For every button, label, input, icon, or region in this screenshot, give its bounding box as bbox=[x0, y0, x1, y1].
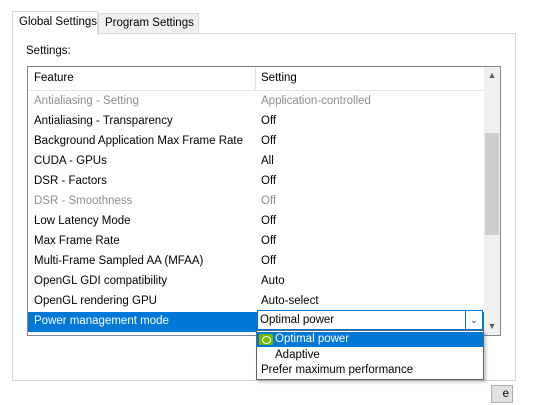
option-prefer-max-performance[interactable]: Prefer maximum performance bbox=[257, 363, 483, 378]
chevron-down-icon[interactable]: ⌄ bbox=[465, 311, 482, 329]
tab-program-settings[interactable]: Program Settings bbox=[98, 13, 199, 34]
vertical-scrollbar[interactable]: ▲ ▼ bbox=[484, 67, 500, 335]
header-setting[interactable]: Setting bbox=[261, 72, 297, 84]
chevron-down-icon[interactable]: ▼ bbox=[484, 318, 500, 335]
setting-cell: Off bbox=[261, 175, 277, 187]
setting-cell: Auto bbox=[261, 275, 285, 287]
setting-cell: Off bbox=[261, 215, 277, 227]
setting-cell: Off bbox=[261, 235, 277, 247]
setting-cell: All bbox=[261, 155, 274, 167]
scrollbar-thumb[interactable] bbox=[485, 133, 499, 235]
power-mode-dropdown: Optimal power Adaptive Prefer maximum pe… bbox=[256, 330, 484, 380]
table-row[interactable]: CUDA - GPUs All bbox=[28, 152, 486, 172]
feature-cell: Low Latency Mode bbox=[34, 215, 131, 227]
option-label: Optimal power bbox=[275, 333, 350, 345]
table-row[interactable]: Multi-Frame Sampled AA (MFAA) Off bbox=[28, 252, 486, 272]
setting-cell: Off bbox=[261, 195, 277, 207]
feature-cell: DSR - Factors bbox=[34, 175, 107, 187]
nvidia-logo-icon bbox=[259, 334, 273, 345]
feature-cell: Antialiasing - Transparency bbox=[34, 115, 173, 127]
restore-button[interactable]: e bbox=[491, 385, 513, 403]
table-row[interactable]: Antialiasing - Transparency Off bbox=[28, 112, 486, 132]
tab-global-settings[interactable]: Global Settings bbox=[12, 11, 98, 35]
restore-button-label: e bbox=[502, 388, 509, 400]
feature-cell: Background Application Max Frame Rate bbox=[34, 135, 244, 147]
setting-cell: Auto-select bbox=[261, 295, 319, 307]
table-row[interactable]: Antialiasing - Setting Application-contr… bbox=[28, 92, 486, 112]
tab-bar: Global Settings Program Settings bbox=[12, 11, 523, 35]
chevron-up-icon[interactable]: ▲ bbox=[484, 67, 500, 84]
settings-label: Settings: bbox=[26, 45, 71, 57]
combo-value: Optimal power bbox=[260, 314, 335, 326]
option-adaptive[interactable]: Adaptive bbox=[257, 348, 483, 363]
table-row[interactable]: DSR - Factors Off bbox=[28, 172, 486, 192]
list-header: Feature Setting bbox=[28, 67, 486, 91]
option-label: Prefer maximum performance bbox=[261, 364, 414, 376]
header-feature[interactable]: Feature bbox=[34, 72, 74, 84]
table-row[interactable]: DSR - Smoothness Off bbox=[28, 192, 486, 212]
table-row[interactable]: Max Frame Rate Off bbox=[28, 232, 486, 252]
feature-cell: DSR - Smoothness bbox=[34, 195, 133, 207]
table-row[interactable]: OpenGL rendering GPU Auto-select bbox=[28, 292, 486, 312]
option-label: Adaptive bbox=[275, 349, 320, 361]
setting-cell: Off bbox=[261, 135, 277, 147]
feature-cell: Multi-Frame Sampled AA (MFAA) bbox=[34, 255, 204, 267]
settings-list[interactable]: Feature Setting Antialiasing - Setting A… bbox=[27, 66, 501, 336]
option-optimal-power[interactable]: Optimal power bbox=[257, 332, 483, 347]
feature-cell: Antialiasing - Setting bbox=[34, 95, 139, 107]
table-row[interactable]: OpenGL GDI compatibility Auto bbox=[28, 272, 486, 292]
feature-cell: CUDA - GPUs bbox=[34, 155, 107, 167]
table-row[interactable]: Low Latency Mode Off bbox=[28, 212, 486, 232]
feature-cell: Max Frame Rate bbox=[34, 235, 120, 247]
feature-cell: OpenGL GDI compatibility bbox=[34, 275, 168, 287]
feature-cell: Power management mode bbox=[34, 315, 169, 327]
setting-cell: Off bbox=[261, 255, 277, 267]
power-mode-combobox[interactable]: Optimal power ⌄ bbox=[257, 310, 483, 330]
setting-cell: Off bbox=[261, 115, 277, 127]
header-divider[interactable] bbox=[255, 67, 256, 91]
table-row[interactable]: Background Application Max Frame Rate Of… bbox=[28, 132, 486, 152]
setting-cell: Application-controlled bbox=[261, 95, 371, 107]
feature-cell: OpenGL rendering GPU bbox=[34, 295, 157, 307]
